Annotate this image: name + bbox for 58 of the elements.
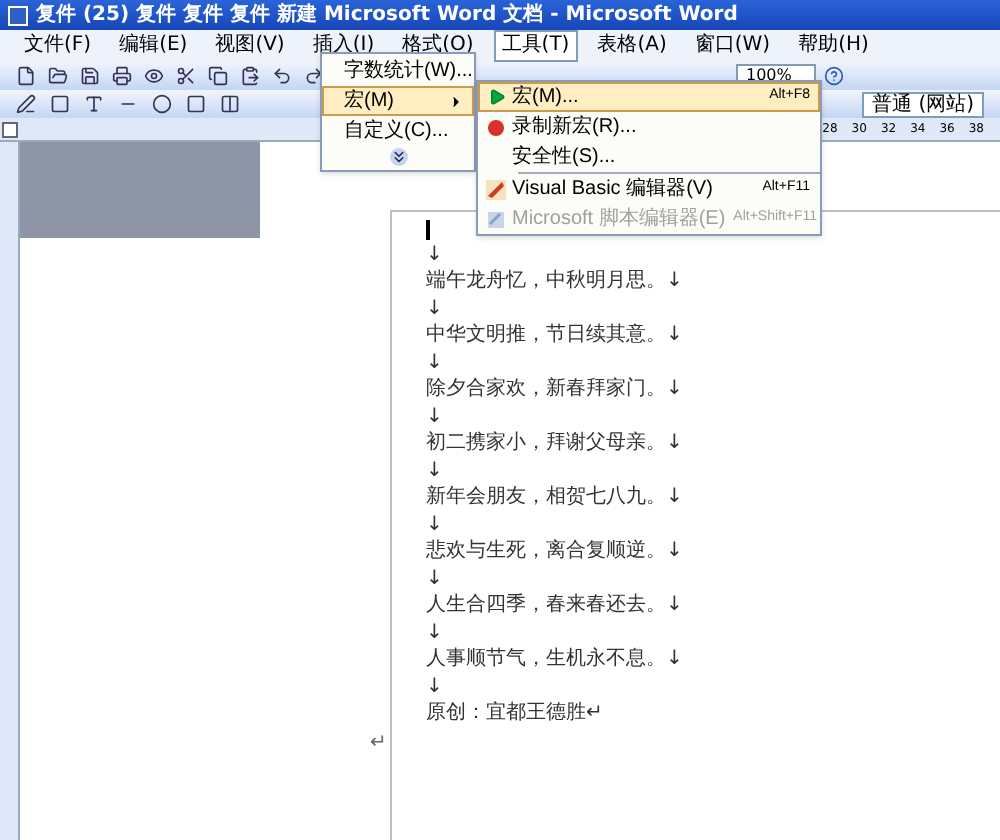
document-line: ↓ xyxy=(426,297,445,321)
menu-item[interactable]: 帮助(H) xyxy=(790,30,877,62)
text-cursor xyxy=(426,220,430,240)
folder-icon[interactable] xyxy=(48,66,68,86)
menu-item[interactable]: 视图(V) xyxy=(207,30,293,62)
window-title: 复件 (25) 复件 复件 复件 新建 Microsoft Word 文档 - Microsoft Word xyxy=(36,5,738,25)
menu-entry[interactable]: 字数统计(W)... xyxy=(322,56,474,86)
menu-entry[interactable]: 自定义(C)... xyxy=(322,116,474,146)
document-line: 中华文明推，节日续其意。↓ xyxy=(426,324,685,348)
document-line: ↓ xyxy=(426,567,445,591)
menu-item[interactable]: 窗口(W) xyxy=(686,30,779,62)
text-field-icon[interactable] xyxy=(84,94,104,114)
redo-icon[interactable] xyxy=(304,66,324,86)
save-icon[interactable] xyxy=(80,66,100,86)
menu-item[interactable]: 表格(A) xyxy=(589,30,675,62)
document-line: 人生合四季，春来春还去。↓ xyxy=(426,594,685,618)
new-document-icon[interactable] xyxy=(16,66,36,86)
document-line: ↓ xyxy=(426,351,445,375)
style-field[interactable]: 普通 (网站) xyxy=(862,91,984,117)
expand-icon[interactable] xyxy=(389,148,407,166)
word-icon xyxy=(8,5,28,25)
copy-icon[interactable] xyxy=(208,66,228,86)
preview-icon[interactable] xyxy=(144,66,164,86)
editor-icon xyxy=(486,179,506,199)
menu-entry[interactable]: 录制新宏(R)... xyxy=(478,112,820,142)
document-line: 端午龙舟忆，中秋明月思。↓ xyxy=(426,270,685,294)
paste-icon[interactable] xyxy=(240,66,260,86)
menu-item[interactable]: 文件(F) xyxy=(16,30,100,62)
menu-entry[interactable]: 安全性(S)... xyxy=(478,142,820,172)
document-line: 原创：宜都王德胜↵ xyxy=(426,702,605,726)
script-editor-icon xyxy=(486,209,506,229)
document-line: 初二携家小，拜谢父母亲。↓ xyxy=(426,432,685,456)
menu-item[interactable]: 工具(T) xyxy=(493,30,578,62)
play-icon xyxy=(487,88,505,106)
undo-icon[interactable] xyxy=(272,66,292,86)
document-line: ↓ xyxy=(426,243,445,267)
columns-icon[interactable] xyxy=(220,94,240,114)
frame-icon[interactable] xyxy=(186,94,206,114)
document-line: ↓ xyxy=(426,405,445,429)
menu-entry[interactable]: 宏(M) xyxy=(322,86,474,116)
document-line: 新年会朋友，相贺七八九。↓ xyxy=(426,486,685,510)
tab-stop-icon[interactable] xyxy=(2,121,18,137)
document-line: 人事顺节气，生机永不息。↓ xyxy=(426,648,685,672)
document-line: ↓ xyxy=(426,675,445,699)
record-icon xyxy=(488,119,504,135)
document-line: ↓ xyxy=(426,621,445,645)
cut-icon[interactable] xyxy=(176,66,196,86)
pen-icon[interactable] xyxy=(16,94,36,114)
printer-icon[interactable] xyxy=(112,66,132,86)
radio-icon[interactable] xyxy=(152,94,172,114)
document-line: 悲欢与生死，离合复顺逆。↓ xyxy=(426,540,685,564)
document-line: 除夕合家欢，新春拜家门。↓ xyxy=(426,378,685,402)
help-icon[interactable] xyxy=(824,66,844,86)
document-line: ↓ xyxy=(426,513,445,537)
checkbox-icon[interactable] xyxy=(50,94,70,114)
document-line: ↓ xyxy=(426,459,445,483)
paragraph-mark: ↵ xyxy=(370,734,387,754)
menu-item[interactable]: 编辑(E) xyxy=(111,30,196,62)
